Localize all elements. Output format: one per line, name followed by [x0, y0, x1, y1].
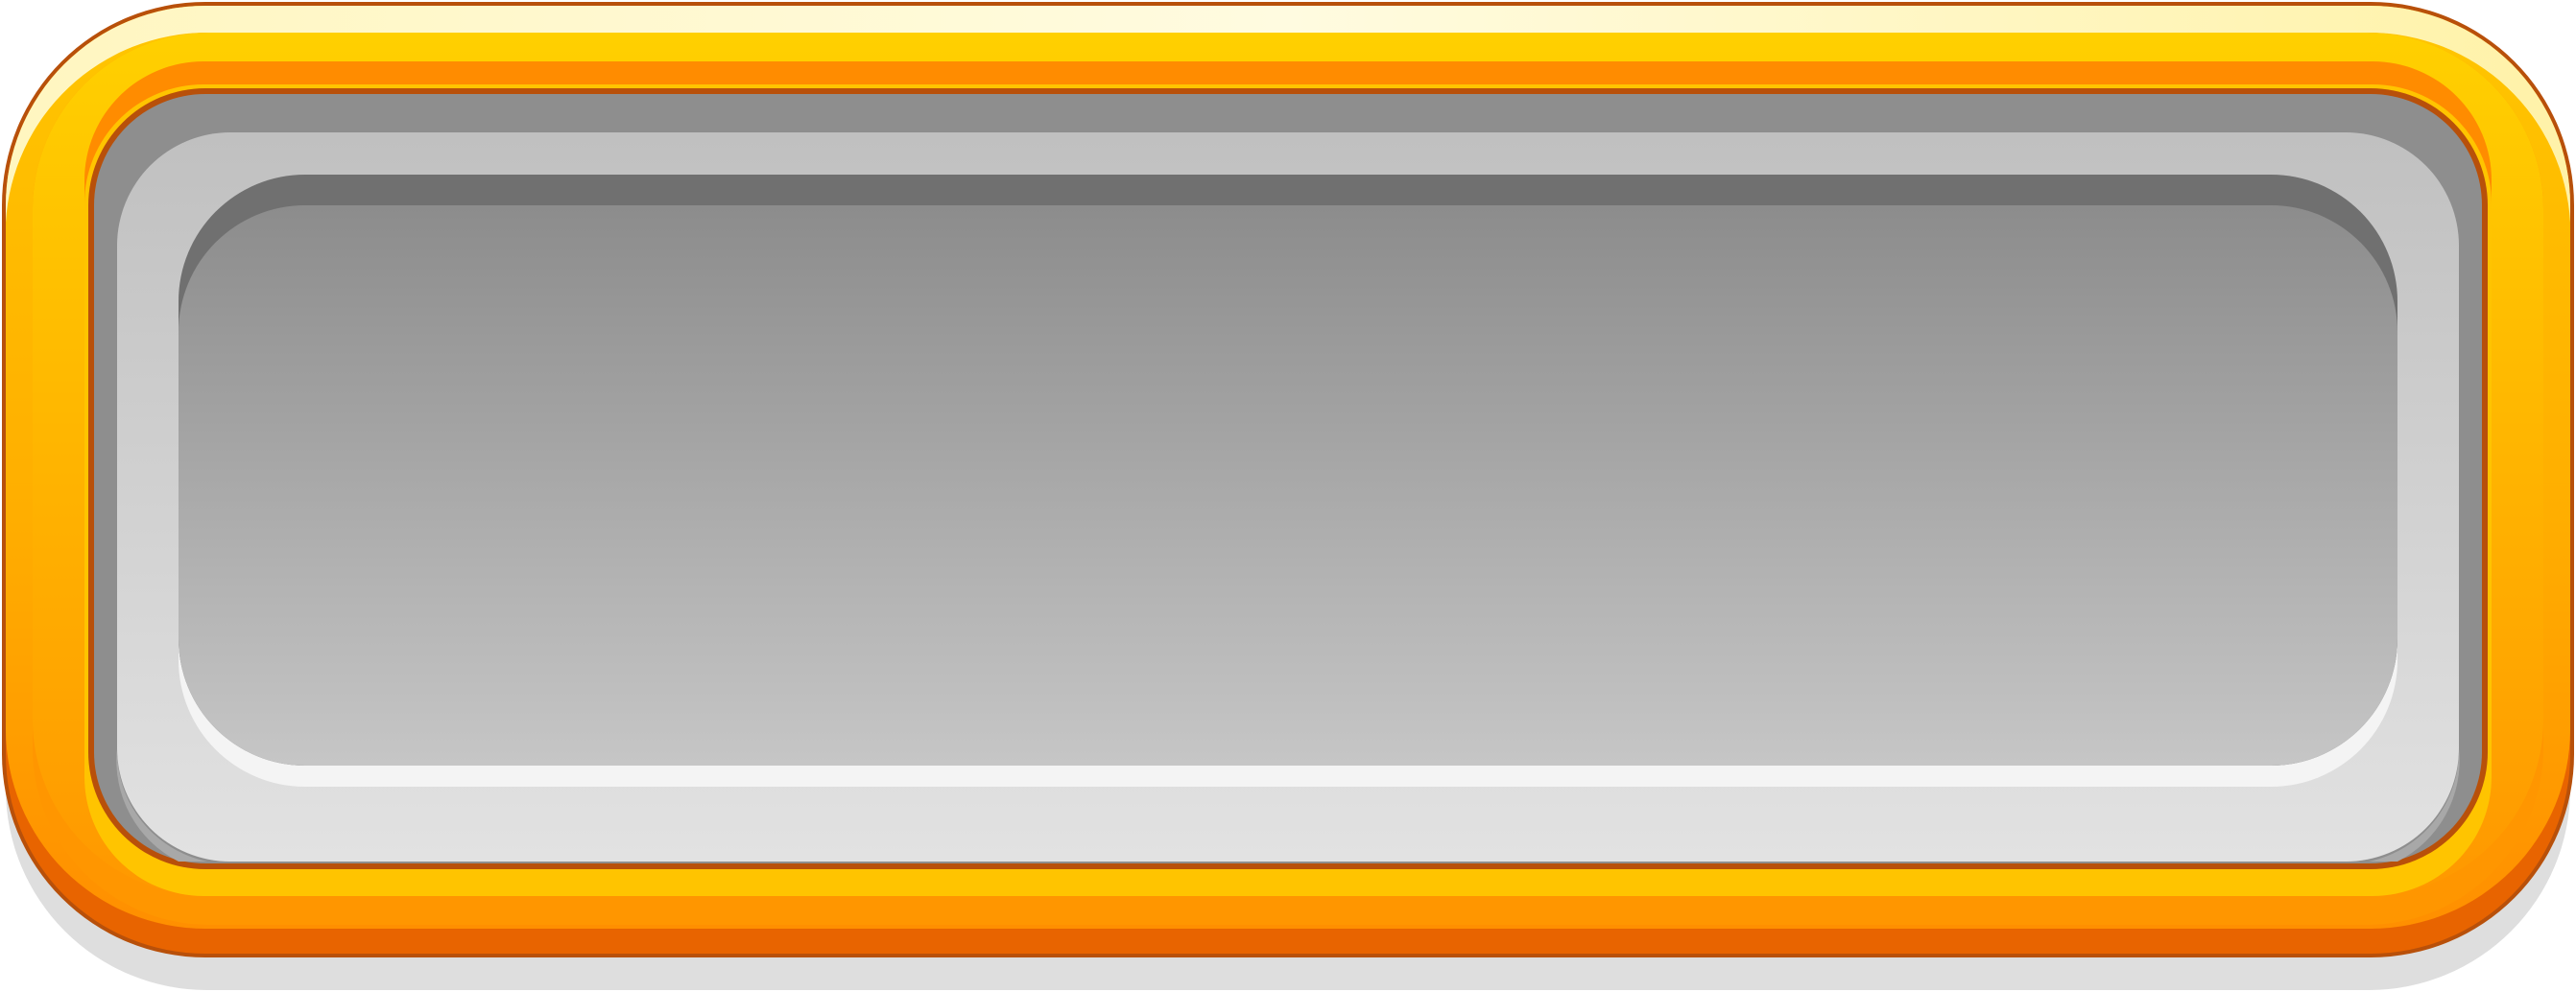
- game-panel: [0, 0, 2576, 992]
- panel-graphic: [2, 2, 2574, 990]
